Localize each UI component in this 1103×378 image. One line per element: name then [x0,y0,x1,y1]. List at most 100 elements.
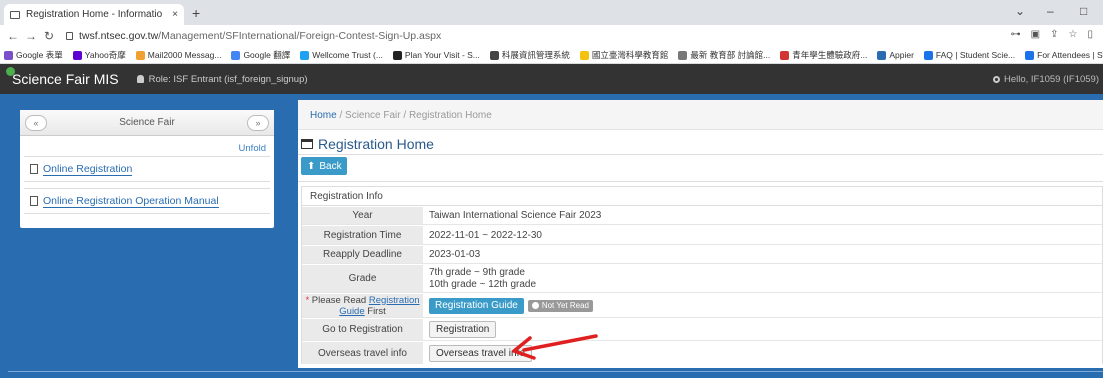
page-title: Registration Home [301,136,434,152]
key-icon[interactable]: ⊶ [1011,29,1021,40]
sidebar: « Science Fair » Unfold Online Registrat… [20,110,274,228]
bookmark-item[interactable]: Plan Your Visit - S... [392,50,480,60]
maximize-icon[interactable]: □ [1080,4,1087,18]
info-row-read-guide: * Please Read Registration Guide First R… [302,294,1102,318]
bookmark-favicon-icon [678,50,688,60]
bookmark-item[interactable]: For Attendees | St... [1025,50,1103,60]
info-row-go-to-registration: Go to Registration Registration [302,319,1102,341]
read-guide-prefix: Please Read [311,294,369,306]
user-icon [136,75,144,83]
breadcrumb-science-fair[interactable]: Science Fair [345,110,401,121]
registration-guide-link[interactable]: Registration [369,295,420,306]
badge-label: Not Yet Read [541,301,589,310]
bookmark-favicon-icon [780,50,790,60]
bookmark-favicon-icon [135,50,145,60]
bookmark-item[interactable]: FAQ | Student Scie... [923,50,1016,60]
footer-divider [8,371,1103,372]
bookmark-item[interactable]: Wellcome Trust (... [300,50,383,60]
sidebar-item-label: Online Registration [43,162,133,176]
sidebar-item-online-registration[interactable]: Online Registration [24,156,270,182]
app-brand[interactable]: Science Fair MIS [12,71,119,87]
sidepanel-icon[interactable]: ▯ [1087,29,1093,40]
browser-tab[interactable]: Registration Home - Informatio × [4,4,184,25]
url-path: /Management/SFInternational/Foreign-Cont… [158,30,442,42]
bookmark-label: Plan Your Visit - S... [404,50,480,60]
back-arrow-icon[interactable]: ← [4,29,22,43]
reapply-deadline-label: Reapply Deadline [302,246,423,263]
bookmark-favicon-icon [4,50,13,60]
bookmark-item[interactable]: 青年學生體驗政府... [780,49,867,61]
guide-link[interactable]: Guide [339,306,364,317]
bookmark-item[interactable]: 科展資訊管理系統 [489,49,570,61]
hello-text: Hello, IF1059 (IF1059) [1003,74,1099,85]
bookmark-item[interactable]: Google 翻譯 [231,49,290,61]
share-icon[interactable]: ⇪ [1050,29,1058,40]
app-header: Science Fair MIS Role: ISF Entrant (isf_… [0,64,1103,94]
sidebar-title: Science Fair [119,117,175,128]
reapply-deadline-value: 2023-01-03 [423,246,1102,263]
up-arrow-icon: ⬆ [307,160,316,172]
new-tab-icon[interactable]: + [192,5,200,21]
back-button-label: Back [319,160,342,172]
bookmark-item[interactable]: Yahoo奇摩 [72,49,126,61]
title-divider [298,154,1103,155]
not-yet-read-badge: Not Yet Read [527,299,593,312]
page-title-text: Registration Home [318,136,434,152]
forward-arrow-icon[interactable]: → [22,29,40,43]
bookmark-label: FAQ | Student Scie... [935,50,1016,60]
bookmarks-bar: Google 表單 Yahoo奇摩 Mail2000 Messag... Google… [0,47,1103,64]
bookmark-item[interactable]: Mail2000 Messag... [135,50,222,60]
info-row-overseas-travel: Overseas travel info Overseas travel inf… [302,342,1102,364]
back-button[interactable]: ⬆ Back [301,157,347,175]
bookmark-favicon-icon [877,50,887,60]
sidebar-next-button[interactable]: » [247,115,269,131]
grade-line-2: 10th grade ~ 12th grade [429,278,537,290]
grade-value: 7th grade ~ 9th grade 10th grade ~ 12th … [423,265,1102,292]
bookmark-favicon-icon [579,50,589,60]
bookmark-item[interactable]: 最新 教育部 討論館... [678,49,770,61]
bookmark-label: Wellcome Trust (... [312,50,383,60]
bookmark-label: 國立臺灣科學教育館 [591,50,669,60]
breadcrumb-home[interactable]: Home [310,110,337,121]
tab-title: Registration Home - Informatio [26,9,163,20]
tab-search-chevron-icon[interactable]: ⌄ [1015,4,1025,18]
edit-document-icon [30,164,38,174]
role-indicator: Role: ISF Entrant (isf_foreign_signup) [136,73,308,85]
bookmark-favicon-icon [923,50,933,60]
bookmark-item[interactable]: Appier [877,50,914,60]
window-icon [301,139,313,149]
bookmark-label: Google 表單 [16,50,63,60]
registration-time-label: Registration Time [302,226,423,244]
star-icon[interactable]: ☆ [1069,29,1078,40]
sidebar-item-label: Online Registration Operation Manual [43,194,219,208]
bookmark-label: 科展資訊管理系統 [501,50,570,60]
minimize-icon[interactable]: – [1047,4,1054,18]
overseas-travel-label: Overseas travel info [302,342,423,364]
bookmark-label: Google 翻譯 [243,50,291,60]
bookmark-item[interactable]: Google 表單 [4,49,63,61]
registration-guide-button[interactable]: Registration Guide [429,297,524,314]
bookmark-label: Appier [889,50,914,60]
reload-icon[interactable]: ↻ [40,29,58,43]
read-guide-suffix: First [364,305,386,317]
sidebar-item-operation-manual[interactable]: Online Registration Operation Manual [24,188,270,214]
user-menu[interactable]: Hello, IF1059 (IF1059) [992,74,1099,85]
info-row-grade: Grade 7th grade ~ 9th grade 10th grade ~… [302,265,1102,293]
info-icon [531,302,539,309]
year-value: Taiwan International Science Fair 2023 [423,207,1102,224]
bookmark-favicon-icon [1025,50,1035,60]
bookmark-label: For Attendees | St... [1037,50,1103,60]
bookmark-label: Mail2000 Messag... [147,50,222,60]
registration-button[interactable]: Registration [429,321,497,338]
role-text: Role: ISF Entrant (isf_foreign_signup) [148,73,308,85]
tab-close-icon[interactable]: × [172,9,178,20]
bookmark-label: 最新 教育部 討論館... [690,50,771,60]
read-guide-value: Registration Guide Not Yet Read [423,294,1102,317]
red-arrow-annotation-icon [512,334,598,360]
address-bar: ← → ↻ twsf.ntsec.gov.tw/Management/SFInt… [0,25,1103,47]
sidebar-unfold-link[interactable]: Unfold [239,143,266,154]
url-field[interactable]: twsf.ntsec.gov.tw/Management/SFInternati… [66,30,441,42]
grade-line-1: 7th grade ~ 9th grade [429,266,525,278]
bookmark-item[interactable]: 國立臺灣科學教育館 [579,49,669,61]
translate-icon[interactable]: ▣ [1031,29,1040,40]
